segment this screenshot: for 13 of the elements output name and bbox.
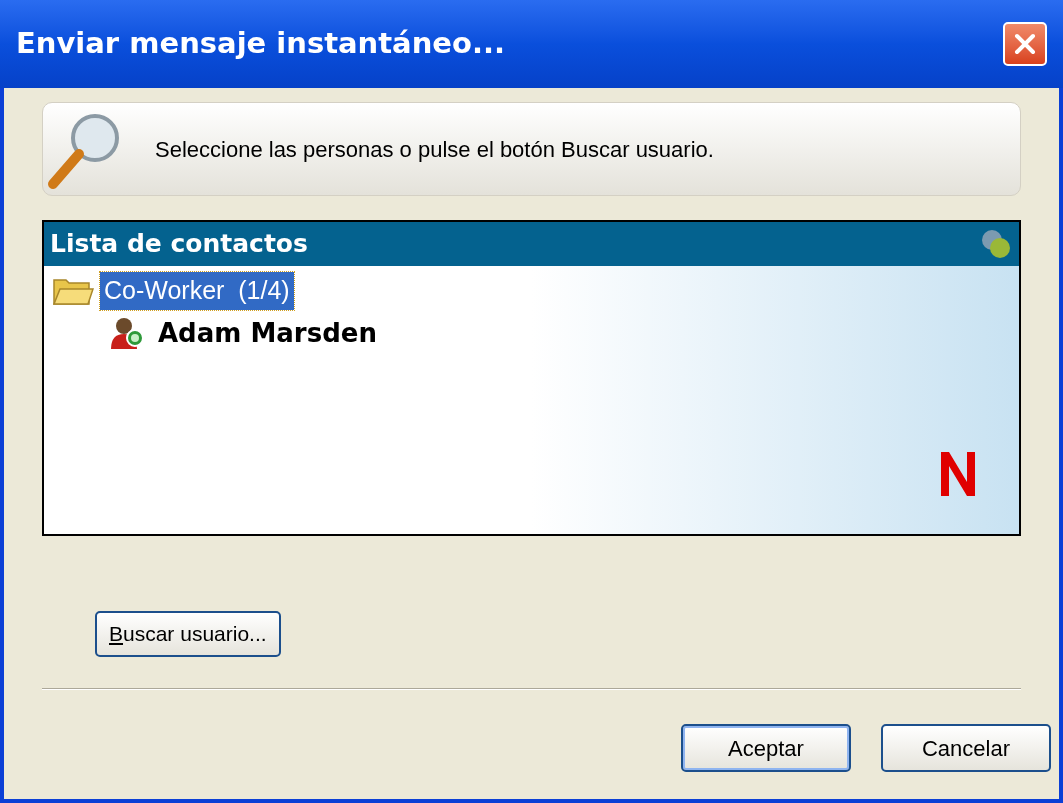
contact-name[interactable]: Adam Marsden (154, 313, 381, 353)
window-title: Enviar mensaje instantáneo... (16, 25, 505, 63)
instruction-text: Seleccione las personas o pulse el botón Buscar usuario. (155, 135, 714, 164)
dialog-button[interactable]: Aceptar (681, 724, 851, 772)
list-title: Lista de contactos (50, 228, 308, 261)
search-user-button[interactable]: Buscar usuario... (95, 611, 281, 657)
group-label[interactable]: Co-Worker (1/4) (100, 272, 294, 310)
close-icon (1014, 33, 1036, 55)
logo-icon (939, 450, 977, 498)
dialog-button[interactable]: Cancelar (881, 724, 1051, 772)
folder-icon (52, 276, 94, 306)
close-button[interactable] (1003, 22, 1047, 66)
status-icon[interactable] (979, 227, 1013, 261)
